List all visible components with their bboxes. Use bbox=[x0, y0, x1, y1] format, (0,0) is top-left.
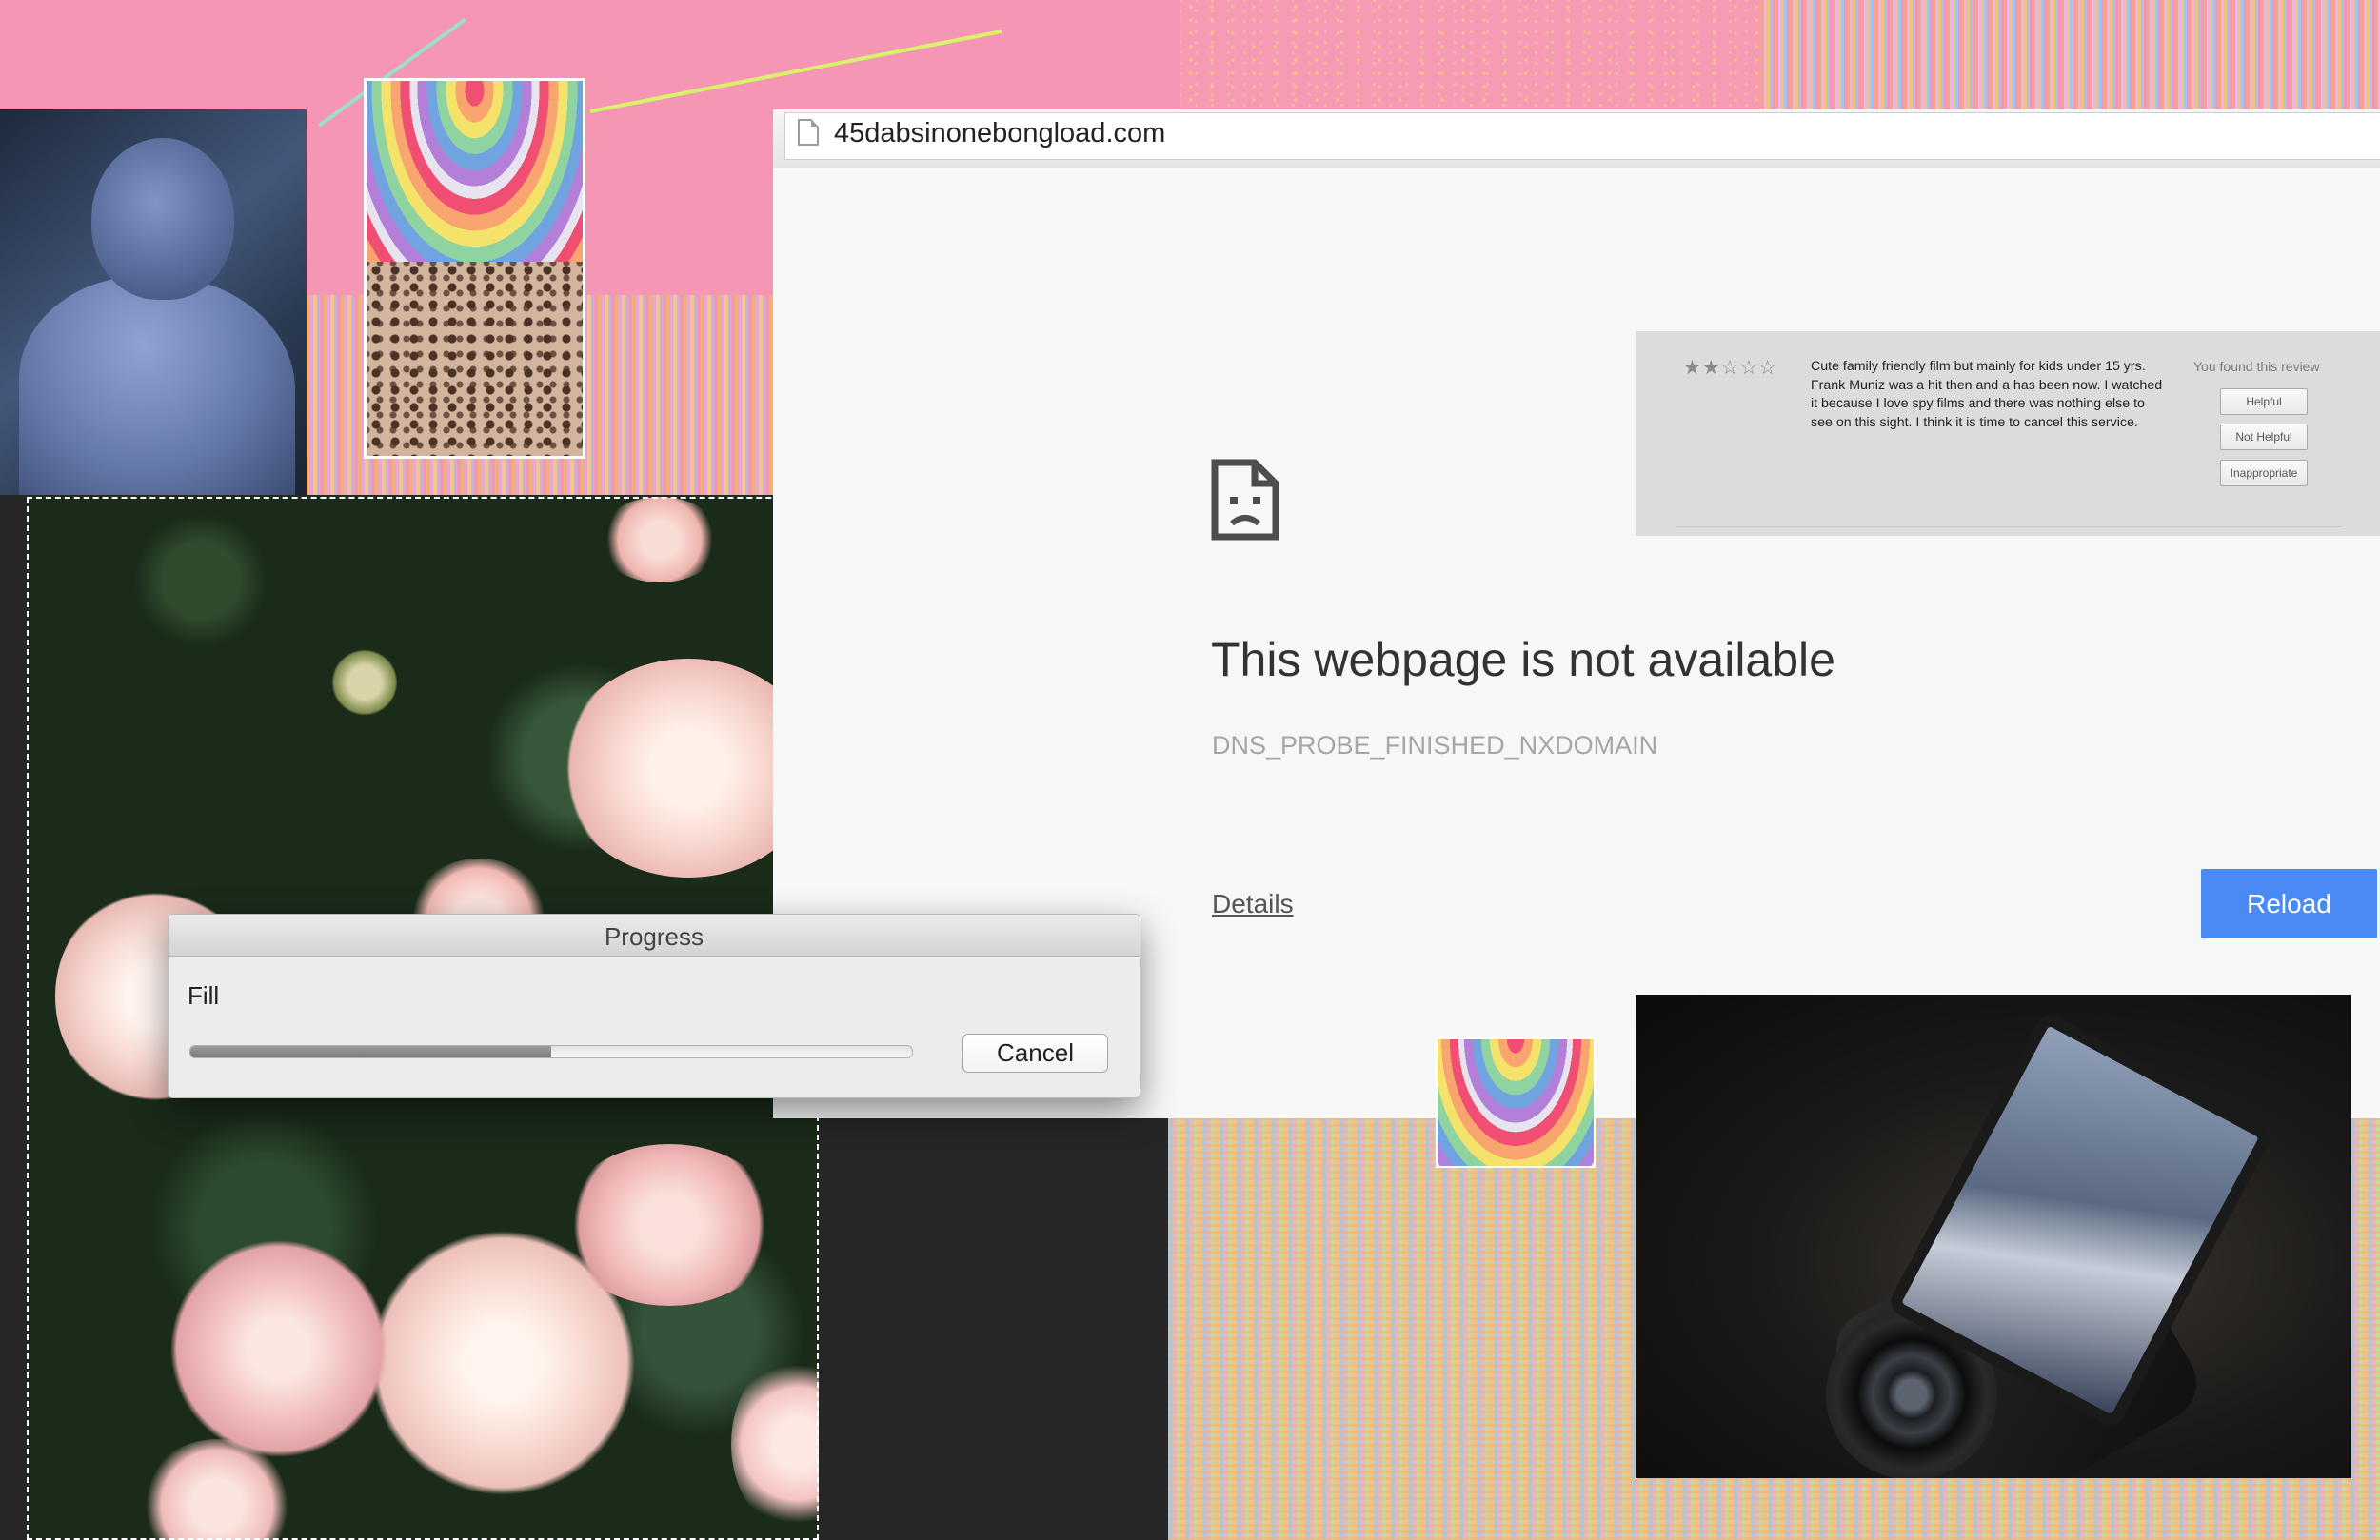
background-stripes-top bbox=[1761, 0, 2380, 109]
review-text: Cute family friendly film but mainly for… bbox=[1811, 359, 2163, 430]
review-divider bbox=[1676, 526, 2342, 527]
page-icon bbox=[798, 119, 819, 146]
error-code: DNS_PROBE_FINISHED_NXDOMAIN bbox=[1212, 731, 1658, 760]
sequin-top bbox=[367, 81, 583, 271]
leopard-print-bottom bbox=[367, 262, 583, 456]
url-text[interactable]: 45dabsinonebongload.com bbox=[834, 118, 1165, 149]
reload-button[interactable]: Reload bbox=[2201, 869, 2377, 938]
progress-dialog: Progress Fill Cancel bbox=[168, 914, 1140, 1098]
details-link[interactable]: Details bbox=[1212, 889, 1294, 919]
dialog-title: Progress bbox=[604, 922, 704, 951]
error-title: This webpage is not available bbox=[1211, 633, 1835, 686]
task-label: Fill bbox=[188, 981, 220, 1010]
helpful-button[interactable]: Helpful bbox=[2220, 388, 2308, 415]
sequin-outfit-photo bbox=[364, 78, 585, 459]
statue-torso bbox=[19, 276, 295, 500]
camcorder-photo bbox=[1636, 995, 2351, 1478]
camellia-flower bbox=[560, 1144, 779, 1306]
sad-page-icon bbox=[1211, 459, 1279, 541]
camellia-flower bbox=[169, 1239, 388, 1458]
statue-head bbox=[91, 138, 234, 300]
review-feedback-prompt: You found this review bbox=[2193, 359, 2320, 374]
star-rating: ★★☆☆☆ bbox=[1683, 357, 1778, 379]
progress-bar bbox=[189, 1045, 913, 1058]
not-helpful-button[interactable]: Not Helpful bbox=[2220, 424, 2308, 450]
background-dot-pattern bbox=[1180, 0, 1761, 109]
progress-bar-fill bbox=[190, 1046, 551, 1057]
cancel-button[interactable]: Cancel bbox=[962, 1034, 1108, 1073]
camellia-flower bbox=[731, 1353, 819, 1534]
camellia-bud bbox=[331, 649, 398, 716]
sequin-thumbnail bbox=[1436, 1037, 1596, 1168]
inappropriate-button[interactable]: Inappropriate bbox=[2220, 460, 2308, 486]
statue-photo bbox=[0, 109, 307, 500]
camellia-flower bbox=[598, 497, 722, 582]
